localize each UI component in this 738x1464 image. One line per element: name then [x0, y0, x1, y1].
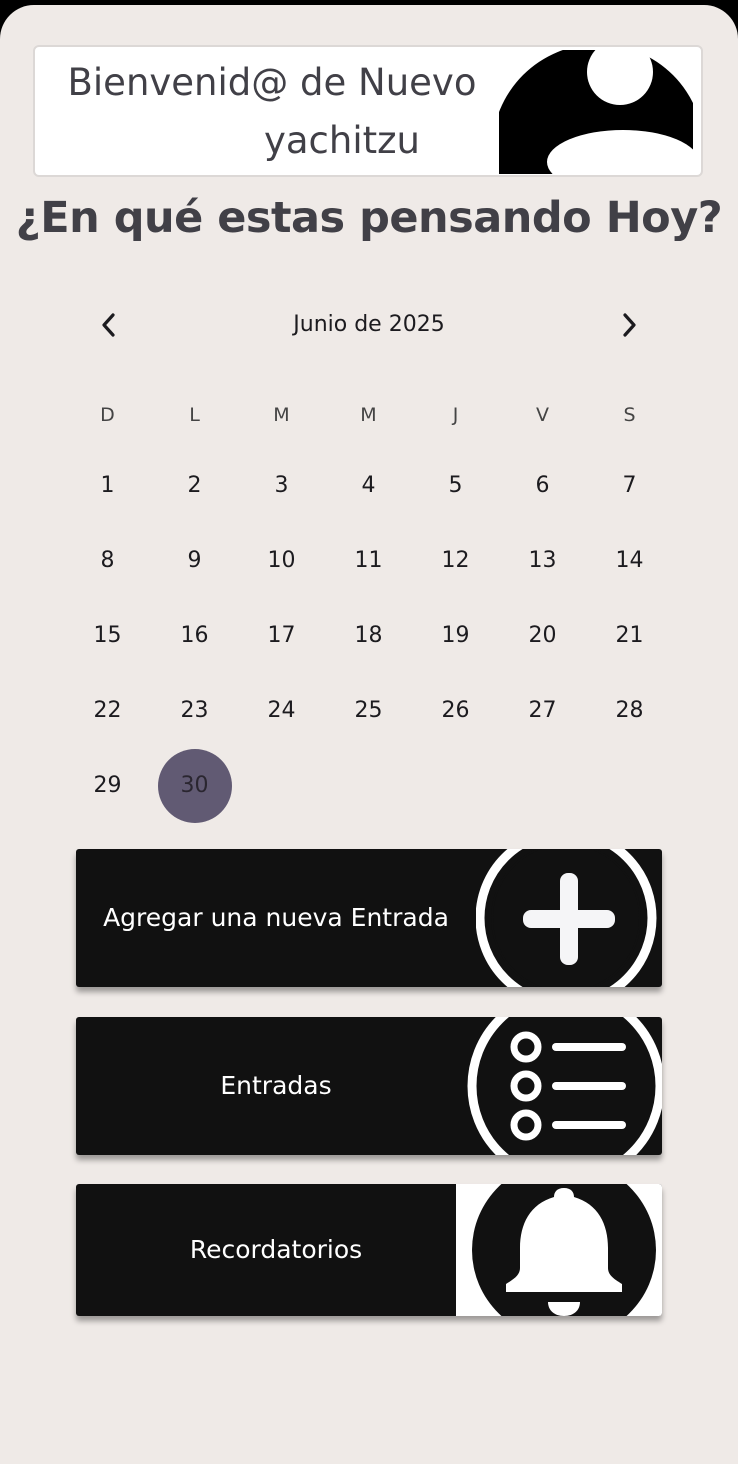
calendar-day[interactable]: 23	[151, 673, 238, 748]
weekday-label: L	[189, 404, 200, 426]
calendar-day[interactable]: 27	[499, 673, 586, 748]
calendar-day[interactable]: 20	[499, 598, 586, 673]
calendar-day[interactable]: 8	[64, 523, 151, 598]
plus-circle-icon	[476, 849, 662, 987]
calendar-day[interactable]: 1	[64, 448, 151, 523]
calendar-day[interactable]: 7	[586, 448, 673, 523]
calendar-day[interactable]: 12	[412, 523, 499, 598]
bell-icon	[456, 1184, 662, 1316]
calendar-day[interactable]: 29	[64, 748, 151, 823]
calendar-day-selected[interactable]: 30	[151, 748, 238, 823]
calendar-day[interactable]: 24	[238, 673, 325, 748]
calendar-day[interactable]: 14	[586, 523, 673, 598]
calendar-day[interactable]: 9	[151, 523, 238, 598]
list-icon	[466, 1017, 662, 1155]
weekday-label: S	[623, 404, 636, 426]
calendar-day[interactable]: 4	[325, 448, 412, 523]
entries-button[interactable]: Entradas	[76, 1017, 662, 1155]
add-entry-button[interactable]: Agregar una nueva Entrada	[76, 849, 662, 987]
calendar-day[interactable]: 28	[586, 673, 673, 748]
calendar-header: Junio de 2025	[80, 300, 658, 350]
calendar-month-label: Junio de 2025	[293, 312, 445, 337]
entries-label: Entradas	[220, 1071, 332, 1100]
calendar-day[interactable]: 13	[499, 523, 586, 598]
calendar-days-grid: 1 2 3 4 5 6 7 8 9 10 11 12 13 14 15 16 1…	[64, 448, 674, 823]
welcome-card: Bienvenid@ de Nuevo yachitzu	[33, 45, 703, 177]
calendar-day[interactable]: 10	[238, 523, 325, 598]
app-screen: Bienvenid@ de Nuevo yachitzu ¿En qué est…	[0, 5, 738, 1464]
reminders-button[interactable]: Recordatorios	[76, 1184, 662, 1316]
weekday-label: V	[536, 404, 549, 426]
calendar-day[interactable]: 17	[238, 598, 325, 673]
calendar-weekdays: D L M M J V S	[64, 400, 674, 430]
page-title: ¿En qué estas pensando Hoy?	[15, 193, 723, 243]
chevron-right-icon[interactable]	[604, 300, 654, 350]
user-avatar-icon[interactable]	[499, 50, 693, 174]
calendar-day[interactable]: 16	[151, 598, 238, 673]
add-entry-label: Agregar una nueva Entrada	[103, 903, 449, 932]
calendar-day[interactable]: 18	[325, 598, 412, 673]
calendar-day[interactable]: 19	[412, 598, 499, 673]
calendar-day[interactable]: 22	[64, 673, 151, 748]
calendar-day[interactable]: 15	[64, 598, 151, 673]
calendar-day[interactable]: 5	[412, 448, 499, 523]
calendar-day[interactable]: 6	[499, 448, 586, 523]
calendar-day[interactable]: 26	[412, 673, 499, 748]
calendar-day[interactable]: 3	[238, 448, 325, 523]
calendar-day[interactable]: 21	[586, 598, 673, 673]
reminders-label: Recordatorios	[189, 1235, 363, 1264]
calendar-day[interactable]: 2	[151, 448, 238, 523]
calendar-day[interactable]: 25	[325, 673, 412, 748]
calendar-day[interactable]: 11	[325, 523, 412, 598]
welcome-greeting: Bienvenid@ de Nuevo	[67, 61, 477, 104]
weekday-label: M	[360, 404, 377, 426]
weekday-label: M	[273, 404, 290, 426]
weekday-label: J	[452, 404, 459, 426]
weekday-label: D	[100, 404, 115, 426]
